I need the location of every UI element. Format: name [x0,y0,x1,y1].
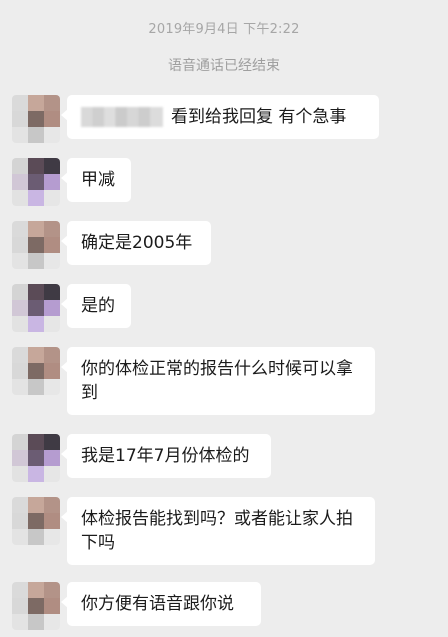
message-text: 体检报告能找到吗？或者能让家人拍下吗 [81,509,353,553]
avatar-pixel [28,513,44,529]
avatar-pixel [28,111,44,127]
avatar-pixel [12,316,28,332]
message-bubble[interactable]: 我是17年7月份体检的 [61,434,271,478]
message-text: 确定是2005年 [81,233,193,253]
avatar-pixel [44,434,60,450]
avatar-pixel [12,379,28,395]
avatar-pixel [28,529,44,545]
avatar[interactable] [12,158,60,206]
avatar-pixel [44,466,60,482]
avatar-pixel [28,450,44,466]
message-bubble[interactable]: 是的 [61,284,131,328]
avatar-pixel [44,513,60,529]
avatar-pixel [28,190,44,206]
message-text: 是的 [81,296,115,316]
avatar-pixel [44,95,60,111]
avatar-pixel [12,95,28,111]
message-bubble[interactable]: 甲减 [61,158,131,202]
avatar-pixel [12,347,28,363]
avatar-pixel [12,253,28,269]
redacted-name [81,107,163,127]
avatar-pixel [12,221,28,237]
avatar-pixel [28,363,44,379]
avatar-pixel [28,316,44,332]
message-bubble[interactable]: 确定是2005年 [61,221,211,265]
avatar-pixel [44,497,60,513]
avatar-pixel [12,450,28,466]
avatar-pixel [44,127,60,143]
avatar-pixel [12,190,28,206]
avatar-pixel [28,127,44,143]
avatar-pixel [44,316,60,332]
avatar-pixel [12,513,28,529]
chat-timestamp: 2019年9月4日 下午2:22 [148,22,300,37]
message-bubble[interactable]: 看到给我回复 有个急事 [61,95,379,139]
avatar[interactable] [12,284,60,332]
avatar-pixel [44,190,60,206]
avatar-pixel [12,497,28,513]
message-text: 你方便有语音跟你说 [81,594,234,614]
message-text: 看到给我回复 有个急事 [171,107,347,127]
avatar-pixel [28,300,44,316]
avatar[interactable] [12,221,60,269]
avatar-pixel [28,582,44,598]
avatar-pixel [28,221,44,237]
avatar[interactable] [12,347,60,395]
avatar-pixel [12,598,28,614]
avatar-pixel [28,253,44,269]
avatar-pixel [12,614,28,630]
avatar-pixel [12,529,28,545]
avatar-pixel [28,95,44,111]
avatar-pixel [44,529,60,545]
avatar-pixel [44,614,60,630]
avatar-pixel [44,582,60,598]
avatar-pixel [12,284,28,300]
avatar-pixel [28,614,44,630]
avatar-pixel [44,158,60,174]
avatar-pixel [44,237,60,253]
avatar-pixel [12,237,28,253]
avatar-pixel [12,582,28,598]
avatar-pixel [12,434,28,450]
avatar-pixel [44,253,60,269]
avatar-pixel [44,363,60,379]
avatar-pixel [12,111,28,127]
avatar-pixel [28,497,44,513]
avatar-pixel [44,379,60,395]
avatar-pixel [12,466,28,482]
message-text: 你的体检正常的报告什么时候可以拿到 [81,359,353,403]
avatar-pixel [44,174,60,190]
avatar-pixel [28,434,44,450]
avatar-pixel [12,174,28,190]
avatar[interactable] [12,582,60,630]
message-text: 甲减 [81,170,115,190]
avatar-pixel [12,300,28,316]
avatar-pixel [28,379,44,395]
avatar-pixel [44,347,60,363]
avatar-pixel [44,284,60,300]
avatar-pixel [28,158,44,174]
avatar-pixel [44,221,60,237]
avatar-pixel [28,237,44,253]
avatar-pixel [12,127,28,143]
avatar-pixel [44,598,60,614]
message-text: 我是17年7月份体检的 [81,446,250,466]
avatar-pixel [28,347,44,363]
avatar[interactable] [12,95,60,143]
message-bubble[interactable]: 体检报告能找到吗？或者能让家人拍下吗 [61,497,375,565]
avatar-pixel [44,450,60,466]
avatar-pixel [28,284,44,300]
message-bubble[interactable]: 你的体检正常的报告什么时候可以拿到 [61,347,375,415]
avatar-pixel [44,111,60,127]
avatar[interactable] [12,497,60,545]
avatar-pixel [28,174,44,190]
avatar-pixel [28,466,44,482]
avatar[interactable] [12,434,60,482]
message-bubble[interactable]: 你方便有语音跟你说 [61,582,261,626]
system-message: 语音通话已经结束 [168,58,280,74]
avatar-pixel [12,363,28,379]
avatar-pixel [12,158,28,174]
avatar-pixel [28,598,44,614]
avatar-pixel [44,300,60,316]
